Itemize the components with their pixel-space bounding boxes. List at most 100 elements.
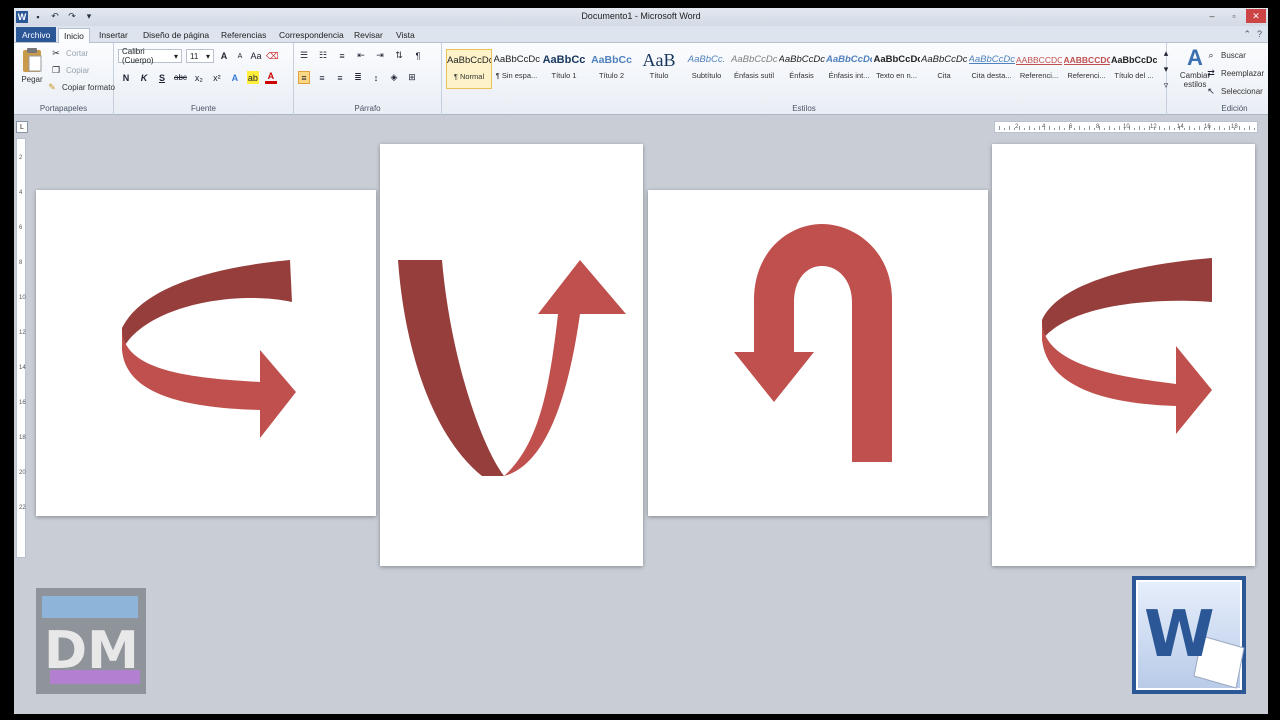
style-item[interactable]: AaBbCc Título 2 <box>589 49 635 89</box>
paste-button[interactable]: Pegar <box>18 47 46 84</box>
italic-button[interactable]: K <box>138 71 150 84</box>
select-button[interactable]: ↖ Seleccionar <box>1205 85 1263 98</box>
ruler-tick <box>1064 128 1065 130</box>
find-button[interactable]: ⌕ Buscar <box>1205 49 1245 62</box>
minimize-ribbon-icon[interactable]: ⌃ <box>1243 29 1251 40</box>
minimize-icon[interactable]: – <box>1202 9 1222 23</box>
style-name: Referenci... <box>1019 71 1059 80</box>
multilevel-list-icon[interactable]: ≡ <box>336 49 348 62</box>
help-icon[interactable]: ? <box>1257 29 1262 40</box>
tab-referencias[interactable]: Referencias <box>216 28 271 43</box>
dm-logo-graphic: DM <box>42 596 140 684</box>
more-styles-icon[interactable]: ▿ <box>1160 79 1172 92</box>
borders-icon[interactable]: ⊞ <box>406 71 418 84</box>
shrink-font-button[interactable]: A <box>234 50 246 63</box>
font-color-button[interactable]: A <box>264 71 277 84</box>
horizontal-ruler[interactable]: 2 4 6 8 10 12 14 16 18 <box>994 121 1258 133</box>
ribbon: Pegar ✂ Cortar ❐ Copiar ✎ Copiar formato… <box>14 43 1268 115</box>
replace-label: Reemplazar <box>1221 69 1265 78</box>
curved-right-arrow-shape-2[interactable] <box>992 144 1255 566</box>
underline-button[interactable]: S <box>156 71 168 84</box>
title-bar: W ▪ ↶ ↷ ▾ Documento1 - Microsoft Word – … <box>14 8 1268 26</box>
style-item[interactable]: AaBbCcDc Énfasis sutil <box>731 49 777 89</box>
show-marks-button[interactable]: ¶ <box>412 49 424 62</box>
superscript-button[interactable]: x² <box>211 71 223 84</box>
align-center-icon[interactable]: ≡ <box>316 71 328 84</box>
ruler-number: 8 <box>1096 124 1100 130</box>
scroll-down-icon[interactable]: ▾ <box>1160 63 1172 76</box>
strikethrough-button[interactable]: abc <box>174 71 187 84</box>
shading-icon[interactable]: ◈ <box>388 71 400 84</box>
style-item[interactable]: AaBbCcDc ¶ Sin espa... <box>494 49 540 89</box>
style-name: Título 1 <box>551 71 577 80</box>
style-item[interactable]: AaBbCcDc Énfasis int... <box>826 49 872 89</box>
cut-button[interactable]: ✂ Cortar <box>50 47 88 60</box>
decrease-indent-icon[interactable]: ⇤ <box>355 49 367 62</box>
tab-insertar[interactable]: Insertar <box>94 28 133 43</box>
ruler-number: 22 <box>19 505 26 511</box>
justify-icon[interactable]: ≣ <box>352 71 364 84</box>
dm-logo-text: DM <box>44 621 139 681</box>
align-right-icon[interactable]: ≡ <box>334 71 346 84</box>
style-item[interactable]: AaBbCcDc Título del ... <box>1111 49 1157 89</box>
style-name: Énfasis sutil <box>733 71 775 80</box>
tab-vista[interactable]: Vista <box>391 28 420 43</box>
style-item[interactable]: AaBbCc. Subtítulo <box>684 49 730 89</box>
binoculars-icon: ⌕ <box>1208 50 1214 60</box>
style-item[interactable]: AaBbCcDc Énfasis <box>779 49 825 89</box>
style-item[interactable]: AaBbCcDc Texto en n... <box>874 49 920 89</box>
change-case-button[interactable]: Aa <box>250 50 262 63</box>
numbering-icon[interactable]: ☷ <box>317 49 329 62</box>
ruler-number: 14 <box>19 365 26 371</box>
format-painter-button[interactable]: ✎ Copiar formato <box>46 81 115 94</box>
tab-revisar[interactable]: Revisar <box>349 28 388 43</box>
sort-icon[interactable]: ⇅ <box>393 49 405 62</box>
tab-diseno-pagina[interactable]: Diseño de página <box>138 28 214 43</box>
copy-button[interactable]: ❐ Copiar <box>50 64 90 77</box>
style-sample: AaBbCcDc <box>921 54 967 65</box>
highlight-button[interactable]: ab <box>246 71 259 84</box>
style-sample: AaBbCcDc <box>968 54 1015 65</box>
style-name: Título 2 <box>598 71 624 80</box>
chevron-down-icon: ▾ <box>173 51 178 61</box>
close-icon[interactable]: ✕ <box>1246 9 1266 23</box>
subscript-button[interactable]: x₂ <box>193 71 205 84</box>
ruler-tick <box>1169 126 1170 130</box>
maximize-icon[interactable]: ▫ <box>1224 9 1244 23</box>
style-item[interactable]: AaB Título <box>636 49 682 89</box>
ruler-number: 4 <box>1042 124 1046 130</box>
ribbon-right-controls: ⌃ ? <box>1243 29 1262 40</box>
increase-indent-icon[interactable]: ⇥ <box>374 49 386 62</box>
tab-correspondencia[interactable]: Correspondencia <box>274 28 349 43</box>
tab-inicio[interactable]: Inicio <box>58 28 90 43</box>
ruler-tick <box>1079 126 1080 130</box>
style-item[interactable]: AaBbCc Título 1 <box>541 49 587 89</box>
style-sample: AABBCCDC <box>1063 55 1110 65</box>
tab-selector[interactable]: L <box>16 121 28 133</box>
cursor-icon: ↖ <box>1207 86 1215 96</box>
style-name: Subtítulo <box>691 71 722 80</box>
curved-right-arrow-shape[interactable] <box>36 190 376 516</box>
vertical-ruler[interactable]: 2 4 6 8 10 12 14 16 18 20 22 <box>16 138 26 558</box>
font-size-select[interactable]: 11 ▾ <box>186 49 214 63</box>
u-turn-down-arrow-shape[interactable] <box>648 190 988 516</box>
style-item[interactable]: AABBCCDC Referenci... <box>1016 49 1062 89</box>
style-item[interactable]: AABBCCDC Referenci... <box>1064 49 1110 89</box>
bold-button[interactable]: N <box>120 71 132 84</box>
ruler-tick <box>1214 128 1215 130</box>
tab-archivo[interactable]: Archivo <box>16 27 57 42</box>
text-effects-button[interactable]: A <box>229 71 241 84</box>
clear-format-icon[interactable]: ⌫ <box>266 50 279 63</box>
grow-font-button[interactable]: A <box>218 50 230 63</box>
style-item[interactable]: AaBbCcDc ¶ Normal <box>446 49 492 89</box>
line-spacing-icon[interactable]: ↕ <box>370 71 382 84</box>
align-left-icon[interactable]: ≡ <box>298 71 310 84</box>
replace-button[interactable]: ⇄ Reemplazar <box>1205 67 1264 80</box>
scroll-up-icon[interactable]: ▴ <box>1160 47 1172 60</box>
font-family-select[interactable]: Calibri (Cuerpo) ▾ <box>118 47 182 65</box>
bullets-icon[interactable]: ☰ <box>298 49 310 62</box>
paragraph-group-label: Párrafo <box>354 104 381 113</box>
style-item[interactable]: AaBbCcDc Cita <box>921 49 967 89</box>
style-item[interactable]: AaBbCcDc Cita desta... <box>969 49 1015 89</box>
u-turn-up-arrow-shape[interactable] <box>380 144 643 566</box>
